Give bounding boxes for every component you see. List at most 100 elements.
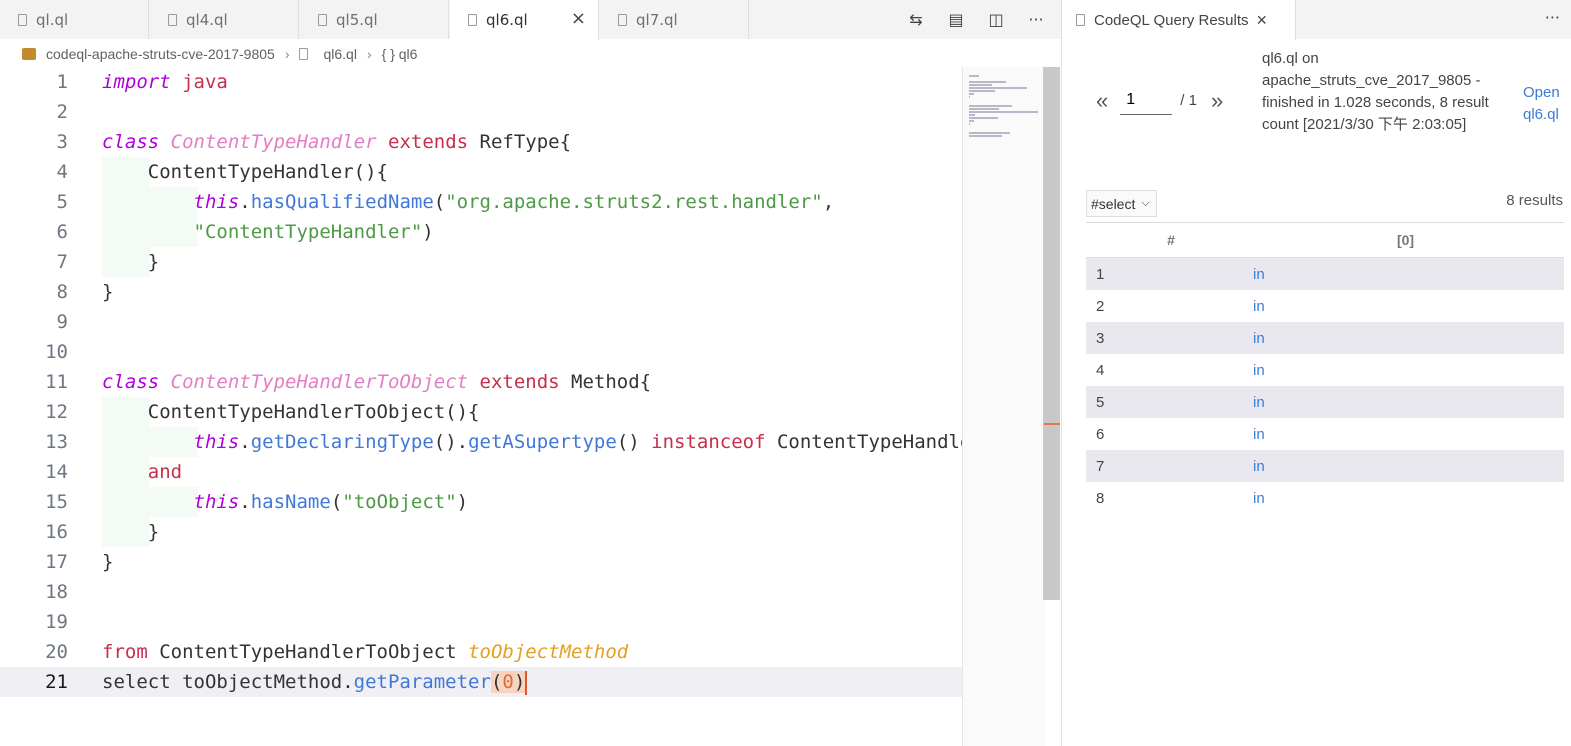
code-token: and bbox=[147, 461, 183, 483]
column-header-index[interactable]: # bbox=[1086, 222, 1247, 258]
code-line[interactable]: 4 ContentTypeHandler(){ bbox=[0, 157, 962, 187]
table-row[interactable]: 6 in bbox=[1086, 418, 1564, 450]
tab-label: ql7.ql bbox=[636, 10, 678, 29]
code-line[interactable]: 17} bbox=[0, 547, 962, 577]
code-line[interactable]: 20 from ContentTypeHandlerToObject toObje… bbox=[0, 637, 962, 667]
table-row[interactable]: 4 in bbox=[1086, 354, 1564, 386]
minimap-line bbox=[969, 105, 1013, 107]
table-row[interactable]: 1 in bbox=[1086, 257, 1564, 290]
result-link[interactable]: in bbox=[1248, 490, 1265, 507]
code-text: "ContentTypeHandler") bbox=[102, 217, 434, 247]
code-line[interactable]: 2 bbox=[0, 97, 962, 127]
code-text: from ContentTypeHandlerToObject toObject… bbox=[102, 637, 628, 667]
tab-ql5[interactable]: ql5.ql bbox=[300, 0, 449, 39]
code-line[interactable]: 13 this.getDeclaringType().getASupertype… bbox=[0, 427, 962, 457]
prev-page-button[interactable]: « bbox=[1096, 88, 1108, 114]
result-count: 8 results bbox=[1506, 192, 1563, 209]
code-line[interactable]: 8} bbox=[0, 277, 962, 307]
code-line[interactable]: 16 } bbox=[0, 517, 962, 547]
row-value-cell: in bbox=[1247, 418, 1564, 450]
tab-ql6[interactable]: ql6.ql × bbox=[450, 0, 599, 40]
result-link[interactable]: in bbox=[1248, 394, 1265, 411]
code-text: this.getDeclaringType().getASupertype() … bbox=[102, 427, 962, 457]
code-line[interactable]: 6 "ContentTypeHandler") bbox=[0, 217, 962, 247]
chevron-right-icon: › bbox=[366, 46, 372, 62]
code-editor[interactable]: 1 import java 2 3 class ContentTypeHandler e… bbox=[0, 67, 962, 746]
result-link[interactable]: in bbox=[1248, 330, 1265, 347]
code-line[interactable]: 10 bbox=[0, 337, 962, 367]
code-line[interactable]: 18 bbox=[0, 577, 962, 607]
code-text: } bbox=[102, 247, 159, 277]
row-index: 7 bbox=[1086, 450, 1247, 482]
result-link[interactable]: in bbox=[1248, 362, 1265, 379]
code-line[interactable]: 3 class ContentTypeHandler extends RefTyp… bbox=[0, 127, 962, 157]
more-actions-icon[interactable]: ··· bbox=[1545, 8, 1560, 27]
minimap-line bbox=[969, 114, 976, 116]
code-text: this.hasName("toObject") bbox=[102, 487, 469, 517]
row-index: 3 bbox=[1086, 322, 1247, 354]
line-number: 21 bbox=[45, 671, 68, 693]
file-icon bbox=[168, 13, 177, 26]
folder-icon bbox=[22, 48, 36, 60]
code-line[interactable]: 19 bbox=[0, 607, 962, 637]
code-text: } bbox=[102, 517, 159, 547]
row-index: 1 bbox=[1086, 257, 1247, 290]
chevron-right-icon: › bbox=[284, 46, 290, 62]
column-header-0[interactable]: [0] bbox=[1247, 222, 1564, 258]
page-number-input[interactable] bbox=[1120, 86, 1173, 115]
code-token: extends bbox=[479, 371, 560, 393]
tab-ql[interactable]: ql.ql bbox=[0, 0, 149, 39]
code-line[interactable]: 21 select toObjectMethod.getParameter(0) bbox=[0, 667, 962, 697]
close-icon[interactable]: × bbox=[1257, 10, 1268, 31]
code-line[interactable]: 11 class ContentTypeHandlerToObject exten… bbox=[0, 367, 962, 397]
code-text: import java bbox=[102, 67, 228, 97]
table-row[interactable]: 3 in bbox=[1086, 322, 1564, 354]
result-link[interactable]: in bbox=[1248, 298, 1265, 315]
result-link[interactable]: in bbox=[1248, 426, 1265, 443]
code-line[interactable]: 5 this.hasQualifiedName("org.apache.stru… bbox=[0, 187, 962, 217]
compare-changes-icon[interactable]: ⇆ bbox=[905, 10, 927, 29]
code-line[interactable]: 14 and bbox=[0, 457, 962, 487]
tab-codeql-query-results[interactable]: CodeQL Query Results × bbox=[1062, 0, 1296, 40]
breadcrumb-folder[interactable]: codeql-apache-struts-cve-2017-9805 bbox=[46, 46, 275, 62]
open-query-link[interactable]: Open ql6.ql bbox=[1523, 82, 1569, 126]
tab-ql4[interactable]: ql4.ql bbox=[150, 0, 299, 39]
table-row[interactable]: 5 in bbox=[1086, 386, 1564, 418]
select-value: #select bbox=[1091, 195, 1136, 212]
tab-label: ql.ql bbox=[36, 10, 69, 29]
code-line[interactable]: 1 import java bbox=[0, 67, 962, 97]
line-number: 6 bbox=[56, 221, 68, 243]
row-value-cell: in bbox=[1247, 290, 1564, 322]
file-icon bbox=[18, 13, 27, 26]
code-line[interactable]: 15 this.hasName("toObject") bbox=[0, 487, 962, 517]
close-icon[interactable]: × bbox=[571, 8, 586, 29]
editor-scrollbar[interactable] bbox=[1043, 67, 1060, 600]
code-line[interactable]: 7 } bbox=[0, 247, 962, 277]
code-text: select toObjectMethod.getParameter(0) bbox=[102, 667, 528, 697]
code-line[interactable]: 9 bbox=[0, 307, 962, 337]
minimap-line bbox=[969, 87, 1027, 89]
split-editor-icon[interactable]: ◫ bbox=[985, 10, 1007, 29]
code-line[interactable]: 12 ContentTypeHandlerToObject(){ bbox=[0, 397, 962, 427]
next-page-button[interactable]: » bbox=[1211, 88, 1223, 114]
code-token: ContentTypeHandlerToObject(){ bbox=[102, 401, 480, 423]
code-token: getParameter bbox=[353, 671, 491, 693]
breadcrumb-symbol[interactable]: { } ql6 bbox=[382, 46, 418, 62]
more-actions-icon[interactable]: ··· bbox=[1025, 10, 1047, 29]
code-token: ContentTypeHandler(){ bbox=[102, 161, 388, 183]
table-row[interactable]: 8 in bbox=[1086, 482, 1564, 514]
result-link[interactable]: in bbox=[1248, 266, 1265, 283]
code-token: RefType{ bbox=[468, 131, 572, 153]
code-token: getASupertype bbox=[468, 431, 617, 453]
result-link[interactable]: in bbox=[1248, 458, 1265, 475]
breadcrumb-file[interactable]: ql6.ql bbox=[323, 46, 356, 62]
table-row[interactable]: 2 in bbox=[1086, 290, 1564, 322]
table-row[interactable]: 7 in bbox=[1086, 450, 1564, 482]
minimap[interactable] bbox=[962, 67, 1045, 746]
open-preview-icon[interactable]: ▤ bbox=[945, 10, 967, 29]
result-set-select[interactable]: #select ⌵ bbox=[1086, 190, 1157, 217]
tab-ql7[interactable]: ql7.ql bbox=[600, 0, 749, 39]
line-number: 13 bbox=[45, 431, 68, 453]
